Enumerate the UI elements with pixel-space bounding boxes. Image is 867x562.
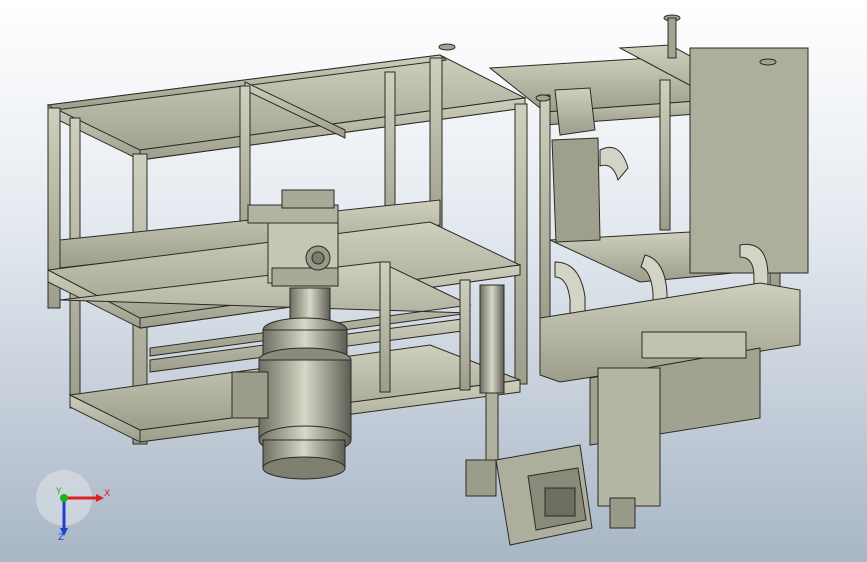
- axis-triad: X Y Z: [36, 470, 110, 543]
- machine-assembly-model[interactable]: X Y Z: [0, 0, 867, 562]
- control-panel: [495, 444, 593, 546]
- x-axis-arrowhead: [96, 494, 104, 502]
- cad-3d-viewport[interactable]: X Y Z: [0, 0, 867, 562]
- x-axis-label: X: [104, 489, 110, 499]
- y-axis-label: Y: [55, 487, 62, 497]
- z-axis-label: Z: [58, 533, 64, 543]
